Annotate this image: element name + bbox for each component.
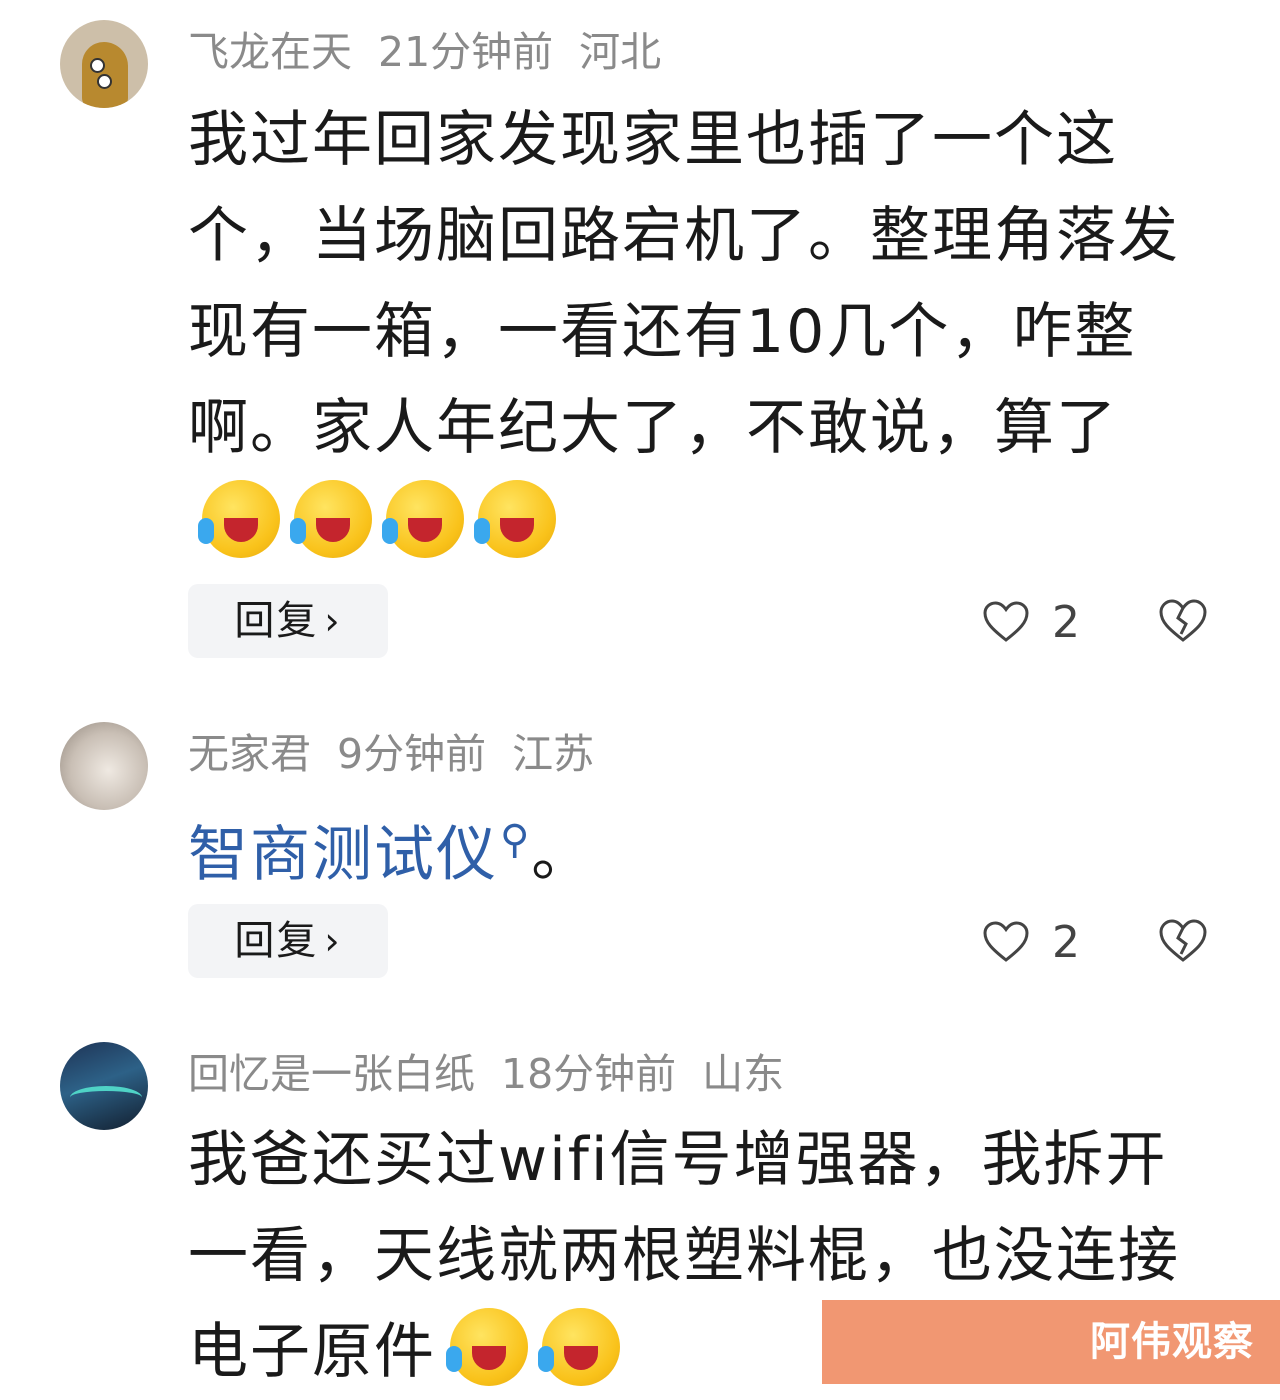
comment-meta: 飞龙在天 21分钟前 河北 [188, 24, 687, 80]
laughing-crying-icon [198, 480, 280, 558]
chevron-right-icon: › [324, 599, 342, 643]
location: 河北 [579, 28, 662, 76]
watermark: 阿伟观察 [822, 1300, 1280, 1384]
like-count: 2 [1052, 916, 1080, 968]
like-button[interactable]: 2 [982, 592, 1080, 652]
laughing-crying-icon [474, 480, 556, 558]
location: 江苏 [512, 730, 595, 778]
chevron-right-icon: › [324, 919, 342, 963]
comment-text: 我过年回家发现家里也插了一个这个，当场脑回路宕机了。整理角落发现有一箱，一看还有… [188, 92, 1198, 572]
dislike-button[interactable] [1158, 598, 1208, 648]
heart-icon [983, 601, 1029, 642]
laughing-crying-icon [538, 1308, 620, 1386]
reply-button[interactable]: 回复 › [188, 904, 388, 978]
broken-heart-icon [1159, 919, 1207, 962]
broken-heart-icon [1159, 599, 1207, 642]
username[interactable]: 回忆是一张白纸 [188, 1050, 475, 1098]
comment-text: 智商测试仪⚲。 [188, 817, 594, 890]
search-icon[interactable]: ⚲ [500, 817, 531, 863]
search-link[interactable]: 智商测试仪 [188, 820, 498, 890]
timestamp: 9分钟前 [337, 730, 487, 778]
comment-meta: 无家君 9分钟前 江苏 [188, 726, 620, 782]
laughing-crying-icon [446, 1308, 528, 1386]
like-button[interactable]: 2 [982, 912, 1080, 972]
timestamp: 18分钟前 [501, 1050, 677, 1098]
username[interactable]: 飞龙在天 [188, 28, 352, 76]
dislike-button[interactable] [1158, 918, 1208, 968]
timestamp: 21分钟前 [378, 28, 554, 76]
username[interactable]: 无家君 [188, 730, 311, 778]
heart-icon [983, 921, 1029, 962]
laughing-crying-icon [382, 480, 464, 558]
avatar[interactable] [60, 1042, 148, 1130]
laughing-crying-icon [290, 480, 372, 558]
like-count: 2 [1052, 596, 1080, 648]
reply-button[interactable]: 回复 › [188, 584, 388, 658]
avatar[interactable] [60, 722, 148, 810]
location: 山东 [702, 1050, 785, 1098]
avatar[interactable] [60, 20, 148, 108]
comment-meta: 回忆是一张白纸 18分钟前 山东 [188, 1046, 810, 1102]
